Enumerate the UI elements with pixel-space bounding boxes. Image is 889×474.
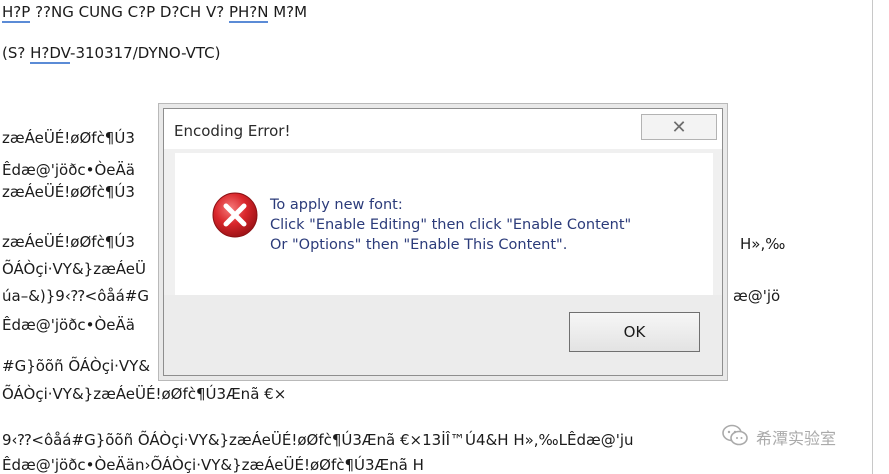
doc-text-segment: PH?N	[228, 3, 269, 23]
dialog-content: To apply new font: Click "Enable Editing…	[175, 153, 713, 295]
dialog-title: Encoding Error!	[174, 122, 291, 140]
error-icon	[211, 191, 259, 239]
doc-line: úa–&)}9‹⁇<ôåá#G	[2, 287, 149, 305]
doc-text-segment: H?P	[2, 3, 31, 23]
doc-line: ÕÁÒçi·VY&}zæÁeÜ	[2, 260, 147, 278]
doc-fragment: H»,‰	[740, 235, 786, 253]
doc-text-segment: H?DV	[30, 44, 71, 64]
message-line: Or "Options" then "Enable This Content".	[270, 237, 568, 253]
doc-line: 9‹⁇<ôåá#G}õõñ ÕÁÒçi·VY&}zæÁeÜÉ!øØfc̀¶Ú3Æ…	[2, 431, 634, 449]
wechat-icon	[722, 424, 748, 450]
doc-line: Êdæ@'jöðc•ÒeÄä	[2, 161, 135, 179]
encoding-error-dialog: Encoding Error! ✕ To apply new font: Cli	[163, 108, 723, 376]
doc-reference-line: (S? H?DV-310317/DYNO-VTC)	[2, 44, 221, 64]
doc-fragment: æ@'jö	[733, 287, 781, 305]
doc-line: ÕÁÒçi·VY&}zæÁeÜÉ!øØfc̀¶Ú3Ænã €×	[2, 385, 287, 403]
dialog-titlebar[interactable]: Encoding Error! ✕	[164, 109, 722, 149]
page-edge	[872, 0, 873, 474]
message-line: Click "Enable Editing" then click "Enabl…	[270, 217, 632, 233]
doc-heading-line: H?P ??NG CUNG C?P D?CH V? PH?N M?M	[2, 3, 308, 23]
doc-line: #G}õõñ ÕÁÒçi·VY&	[2, 357, 151, 375]
doc-line: zæÁeÜÉ!øØfc̀¶Ú3	[2, 183, 135, 201]
watermark: 希潭实验室	[722, 424, 836, 450]
close-button[interactable]: ✕	[641, 114, 717, 140]
doc-line: Êdæ@'jöðc•ÒeÄän›ÕÁÒçi·VY&}zæÁeÜÉ!øØfc̀¶Ú…	[2, 456, 424, 474]
dialog-message: To apply new font: Click "Enable Editing…	[270, 195, 631, 255]
message-line: To apply new font:	[270, 197, 403, 213]
doc-line: zæÁeÜÉ!øØfc̀¶Ú3	[2, 129, 135, 147]
doc-line: zæÁeÜÉ!øØfc̀¶Ú3	[2, 233, 135, 251]
close-icon: ✕	[671, 116, 687, 138]
ok-button[interactable]: OK	[569, 312, 700, 352]
watermark-text: 希潭实验室	[756, 429, 837, 448]
doc-line: Êdæ@'jöðc•ÒeÄä	[2, 316, 135, 334]
